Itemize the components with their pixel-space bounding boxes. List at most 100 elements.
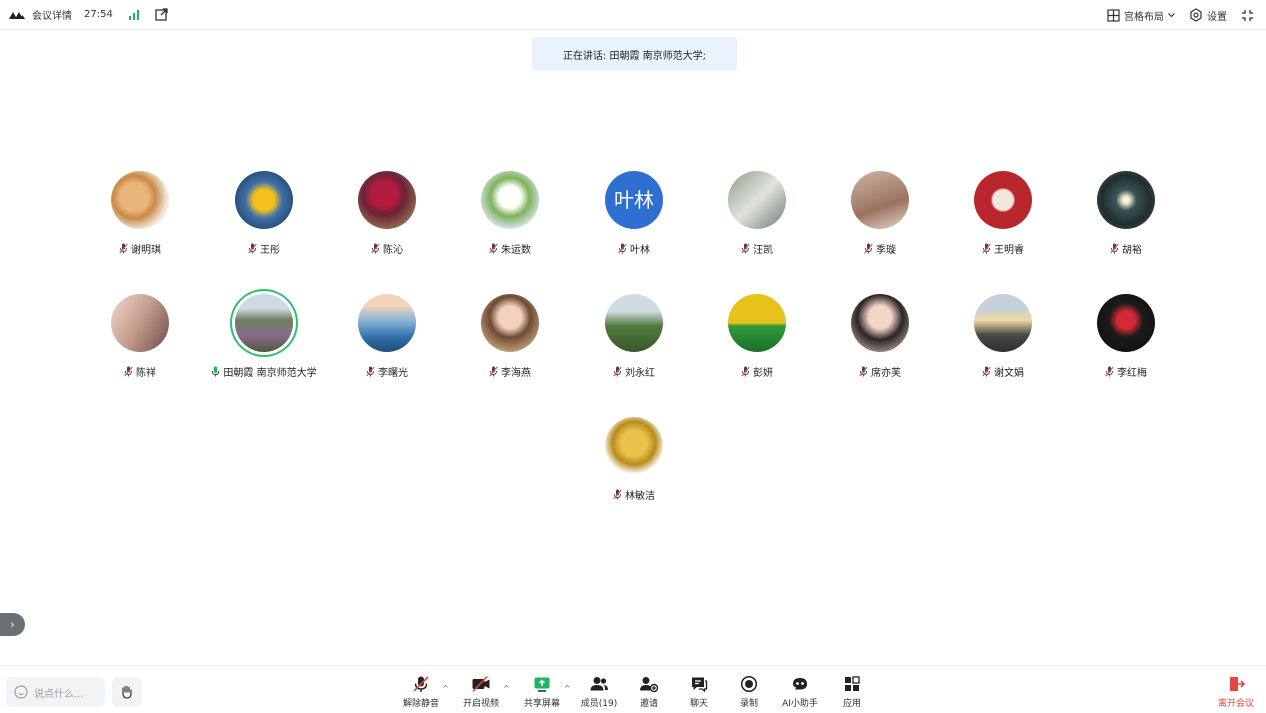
participant-name-row: 刘永红 bbox=[569, 364, 699, 379]
microphone-muted-icon bbox=[248, 243, 257, 254]
avatar bbox=[111, 171, 169, 229]
participant-tile[interactable]: 汪凯 bbox=[692, 171, 822, 256]
chat-button[interactable]: 聊天 bbox=[683, 675, 715, 709]
record-label: 录制 bbox=[739, 699, 758, 709]
unmute-button[interactable]: 解除静音 bbox=[401, 675, 441, 709]
raise-hand-button[interactable] bbox=[112, 677, 142, 707]
avatar bbox=[111, 294, 169, 352]
chevron-down-icon bbox=[1168, 12, 1175, 17]
settings-label: 设置 bbox=[1207, 11, 1227, 23]
participant-name-row: 李海燕 bbox=[445, 364, 575, 379]
participant-name: 李曙光 bbox=[378, 368, 408, 379]
meeting-timer: 27:54 bbox=[84, 9, 113, 20]
participant-name-row: 田朝霞 南京师范大学 bbox=[199, 364, 329, 379]
microphone-muted-icon bbox=[1105, 366, 1114, 377]
say-placeholder: 说点什么... bbox=[34, 688, 84, 700]
microphone-muted-icon bbox=[489, 243, 498, 254]
audio-options-caret[interactable]: ^ bbox=[442, 684, 449, 693]
chat-icon bbox=[692, 677, 708, 693]
participant-name-row: 季璇 bbox=[815, 241, 945, 256]
external-link-icon[interactable] bbox=[155, 8, 168, 21]
participant-name-row: 朱运数 bbox=[445, 241, 575, 256]
apps-button[interactable]: 应用 bbox=[836, 675, 868, 709]
chevron-right-icon: › bbox=[10, 618, 15, 631]
participant-tile[interactable]: 叶林 叶林 bbox=[569, 171, 699, 256]
participant-name-row: 陈沁 bbox=[322, 241, 452, 256]
participant-tile[interactable]: 刘永红 bbox=[569, 294, 699, 379]
participant-name: 林敏洁 bbox=[625, 491, 655, 502]
top-bar-right: 宫格布局 设置 bbox=[1107, 0, 1254, 30]
participant-tile[interactable]: 田朝霞 南京师范大学 bbox=[199, 294, 329, 379]
participant-name: 谢文娟 bbox=[994, 368, 1024, 379]
participant-tile[interactable]: 谢明琪 bbox=[75, 171, 205, 256]
participant-tile[interactable]: 朱运数 bbox=[445, 171, 575, 256]
start-video-label: 开启视频 bbox=[462, 699, 499, 709]
share-options-caret[interactable]: ^ bbox=[564, 684, 571, 693]
top-bar-left: 会议详情 27:54 bbox=[0, 7, 168, 22]
microphone-muted-icon bbox=[618, 243, 627, 254]
microphone-muted-icon bbox=[859, 366, 868, 377]
apps-icon bbox=[845, 676, 860, 691]
microphone-muted-icon bbox=[1110, 243, 1119, 254]
avatar: 叶林 bbox=[605, 171, 663, 229]
avatar bbox=[1097, 171, 1155, 229]
say-something-input[interactable]: 说点什么... bbox=[6, 677, 105, 707]
start-video-button[interactable]: 开启视频 bbox=[461, 675, 501, 709]
network-signal-icon[interactable] bbox=[128, 9, 139, 20]
participant-name-row: 林敏洁 bbox=[569, 487, 699, 502]
ai-assistant-button[interactable]: AI小助手 bbox=[779, 675, 821, 709]
participant-tile[interactable]: 胡裕 bbox=[1061, 171, 1191, 256]
participant-name: 朱运数 bbox=[501, 245, 531, 256]
leave-meeting-button[interactable]: 离开会议 bbox=[1218, 675, 1254, 709]
participant-name-row: 胡裕 bbox=[1061, 241, 1191, 256]
participant-tile[interactable]: 李曙光 bbox=[322, 294, 452, 379]
participant-tile[interactable]: 陈祥 bbox=[75, 294, 205, 379]
participant-tile[interactable]: 彭妍 bbox=[692, 294, 822, 379]
microphone-muted-icon bbox=[413, 676, 429, 692]
video-options-caret[interactable]: ^ bbox=[503, 684, 510, 693]
participant-name: 席亦芙 bbox=[871, 368, 901, 379]
participant-tile[interactable]: 陈沁 bbox=[322, 171, 452, 256]
ai-assistant-label: AI小助手 bbox=[782, 699, 818, 709]
microphone-muted-icon bbox=[741, 366, 750, 377]
participant-tile[interactable]: 王彤 bbox=[199, 171, 329, 256]
meeting-details-link[interactable]: 会议详情 bbox=[32, 7, 72, 22]
exit-fullscreen-icon[interactable] bbox=[1241, 9, 1254, 22]
expand-panel-button[interactable]: › bbox=[0, 613, 25, 636]
avatar bbox=[481, 294, 539, 352]
avatar bbox=[728, 294, 786, 352]
settings-button[interactable]: 设置 bbox=[1189, 8, 1227, 23]
participant-name: 胡裕 bbox=[1122, 245, 1142, 256]
layout-button[interactable]: 宫格布局 bbox=[1107, 8, 1175, 23]
members-label: 成员(19) bbox=[580, 699, 618, 709]
invite-button[interactable]: 邀请 bbox=[633, 675, 665, 709]
members-button[interactable]: 成员(19) bbox=[579, 675, 619, 709]
participant-tile[interactable]: 席亦芙 bbox=[815, 294, 945, 379]
participant-name: 王明睿 bbox=[994, 245, 1024, 256]
record-button[interactable]: 录制 bbox=[733, 675, 765, 709]
avatar bbox=[851, 171, 909, 229]
camera-off-icon bbox=[472, 675, 490, 693]
participant-name: 叶林 bbox=[630, 245, 650, 256]
participant-tile[interactable]: 谢文娟 bbox=[938, 294, 1068, 379]
participant-tile[interactable]: 李红梅 bbox=[1061, 294, 1191, 379]
participant-name: 田朝霞 南京师范大学 bbox=[223, 368, 317, 379]
microphone-muted-icon bbox=[982, 243, 991, 254]
participant-tile[interactable]: 李海燕 bbox=[445, 294, 575, 379]
participant-tile[interactable]: 林敏洁 bbox=[569, 417, 699, 502]
participant-tile[interactable]: 季璇 bbox=[815, 171, 945, 256]
participant-name-row: 彭妍 bbox=[692, 364, 822, 379]
participant-name: 陈祥 bbox=[136, 368, 156, 379]
ai-assistant-icon bbox=[793, 678, 807, 690]
avatar bbox=[605, 294, 663, 352]
participant-tile[interactable]: 王明睿 bbox=[938, 171, 1068, 256]
emoji-icon bbox=[14, 685, 28, 699]
invite-icon bbox=[640, 677, 659, 693]
participant-name-row: 陈祥 bbox=[75, 364, 205, 379]
share-screen-button[interactable]: 共享屏幕 bbox=[521, 675, 563, 709]
grid-layout-icon bbox=[1107, 8, 1120, 22]
speaking-banner: 正在讲话: 田朝霞 南京师范大学; bbox=[532, 37, 737, 71]
avatar bbox=[358, 171, 416, 229]
microphone-muted-icon bbox=[864, 243, 873, 254]
participant-name-row: 谢明琪 bbox=[75, 241, 205, 256]
